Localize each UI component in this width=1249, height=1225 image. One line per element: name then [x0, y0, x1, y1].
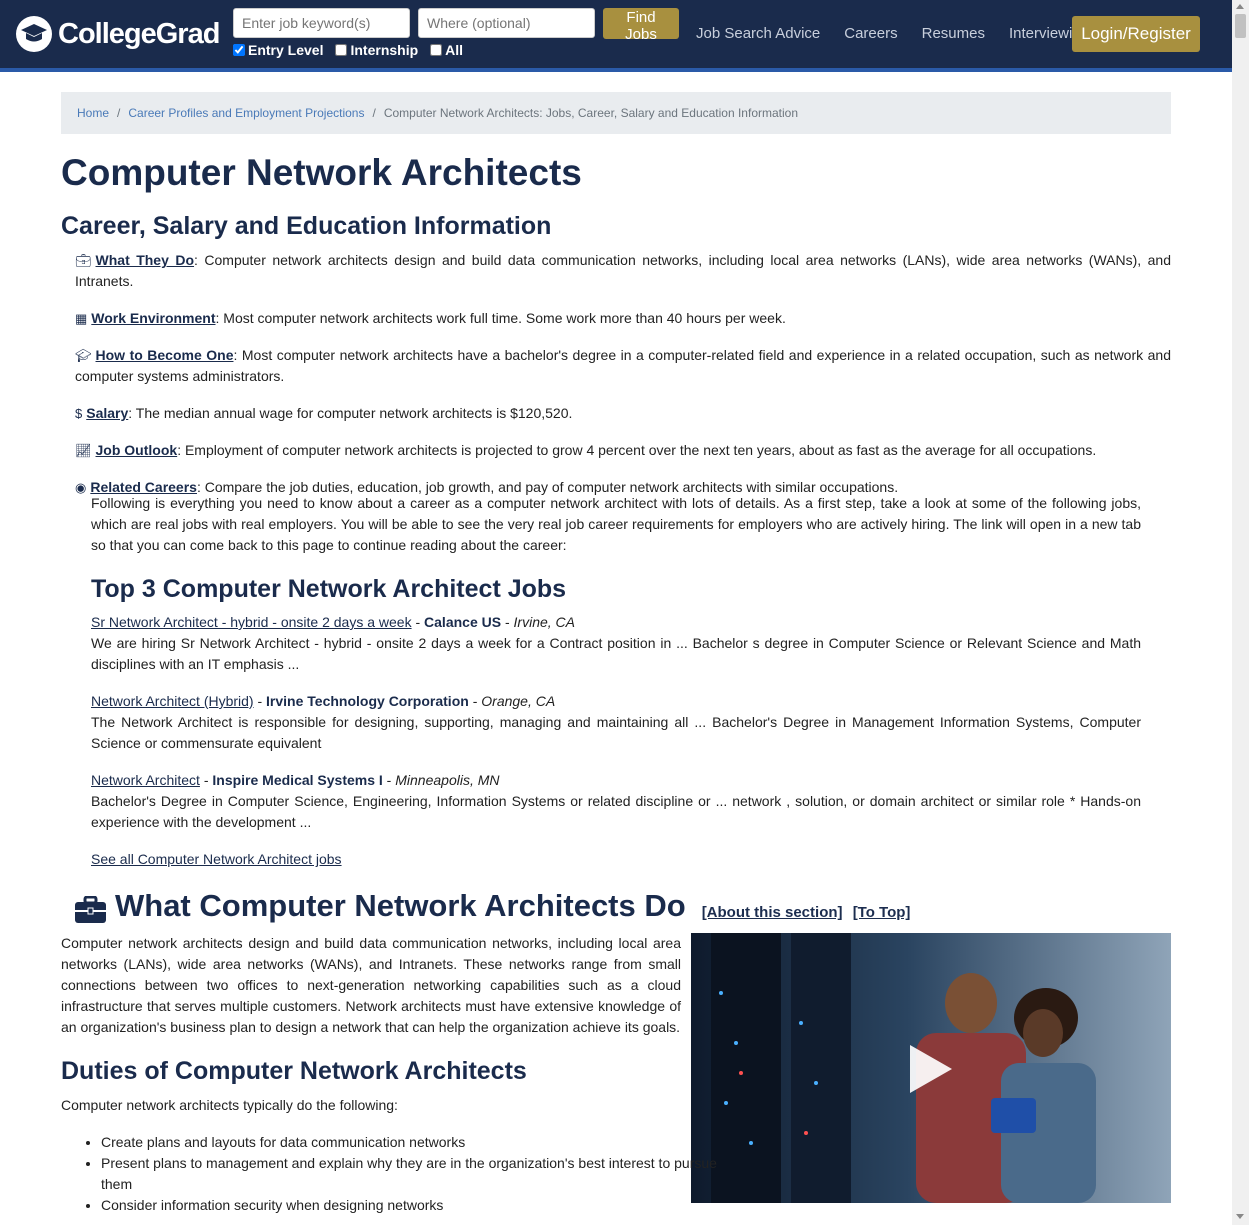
salary-link[interactable]: Salary: [86, 405, 128, 421]
section-links: [About this section] [To Top]: [702, 904, 917, 921]
graduation-cap-logo-icon: [16, 16, 52, 52]
graduation-cap-icon: 🎓︎: [75, 348, 92, 363]
about-section-link[interactable]: [About this section]: [702, 904, 843, 921]
job-title-link[interactable]: Network Architect (Hybrid): [91, 693, 254, 709]
job-listing: Sr Network Architect - hybrid - onsite 2…: [91, 614, 1141, 672]
breadcrumb-separator: /: [372, 106, 376, 120]
jobs-intro-text: Following is everything you need to know…: [91, 495, 1141, 553]
to-top-link[interactable]: [To Top]: [853, 904, 911, 921]
job-company: Inspire Medical Systems I: [212, 772, 383, 788]
briefcase-icon: [75, 896, 106, 923]
filter-all[interactable]: All: [430, 42, 463, 58]
what-they-do-text: : Computer network architects design and…: [75, 252, 1171, 289]
duties-intro: Computer network architects typically do…: [61, 1097, 398, 1113]
page-subtitle: Career, Salary and Education Information: [61, 212, 552, 240]
nav-careers[interactable]: Careers: [844, 25, 897, 42]
salary-text: : The median annual wage for computer ne…: [128, 405, 573, 421]
login-register-button[interactable]: Login/Register: [1072, 16, 1200, 52]
binoculars-icon: ◉: [75, 480, 87, 495]
list-item: Consider information security when desig…: [101, 1195, 721, 1216]
top-jobs-list: Sr Network Architect - hybrid - onsite 2…: [91, 612, 1141, 870]
nav-job-search-advice[interactable]: Job Search Advice: [696, 25, 820, 42]
play-icon[interactable]: [900, 1041, 956, 1097]
see-all-jobs-link[interactable]: See all Computer Network Architect jobs: [91, 851, 342, 867]
top-navbar: CollegeGrad Find Jobs Entry Level Intern…: [0, 0, 1232, 72]
nav-resumes[interactable]: Resumes: [922, 25, 985, 42]
how-to-become-text: : Most computer network architects have …: [75, 347, 1171, 384]
summary-what: 💼︎ What They Do: Computer network archite…: [75, 250, 1171, 292]
job-location: Orange, CA: [481, 693, 556, 709]
all-checkbox[interactable]: [430, 44, 443, 56]
job-outlook-text: : Employment of computer network archite…: [177, 442, 1097, 458]
job-listing: Network Architect (Hybrid) - Irvine Tech…: [91, 693, 1141, 751]
breadcrumb: Home / Career Profiles and Employment Proj…: [61, 92, 1171, 134]
logo-text: CollegeGrad: [58, 17, 220, 50]
job-company: Calance US: [424, 614, 502, 630]
line-chart-icon: 📈︎: [75, 443, 92, 458]
scroll-up-arrow-icon[interactable]: [1236, 4, 1244, 9]
duties-title: Duties of Computer Network Architects: [61, 1057, 527, 1085]
job-title-link[interactable]: Sr Network Architect - hybrid - onsite 2…: [91, 614, 412, 630]
job-title-link[interactable]: Network Architect: [91, 772, 200, 788]
job-keyword-input[interactable]: [233, 8, 410, 38]
job-location: Minneapolis, MN: [395, 772, 500, 788]
scroll-thumb[interactable]: [1235, 14, 1246, 38]
all-label: All: [445, 42, 464, 58]
work-environment-link[interactable]: Work Environment: [91, 310, 215, 326]
career-video-player[interactable]: [691, 933, 1171, 1203]
job-description: We are hiring Sr Network Architect - hyb…: [91, 635, 1141, 672]
summary-outlook: 📈︎ Job Outlook: Employment of computer ne…: [75, 440, 1171, 461]
list-item: Create plans and layouts for data commun…: [101, 1132, 721, 1153]
location-input[interactable]: [418, 8, 595, 38]
what-section-title: What Computer Network Architects Do: [115, 888, 686, 923]
what-section-text: Computer network architects design and b…: [61, 935, 681, 1035]
work-environment-text: : Most computer network architects work …: [215, 310, 786, 326]
briefcase-icon: 💼︎: [75, 253, 92, 268]
entry-level-checkbox[interactable]: [233, 44, 245, 56]
job-description: Bachelor's Degree in Computer Science, E…: [91, 793, 1141, 830]
building-icon: ▦: [75, 311, 88, 326]
main-nav: Job Search Advice Careers Resumes Interv…: [696, 25, 1089, 42]
what-they-do-link[interactable]: What They Do: [96, 252, 195, 268]
page-title: Computer Network Architects: [61, 152, 582, 193]
page-scrollbar[interactable]: [1232, 0, 1249, 1225]
top-jobs-title: Top 3 Computer Network Architect Jobs: [91, 575, 567, 603]
filter-entry-level[interactable]: Entry Level: [233, 42, 323, 58]
internship-label: Internship: [350, 42, 419, 58]
how-to-become-link[interactable]: How to Become One: [96, 347, 234, 363]
breadcrumb-home[interactable]: Home: [77, 106, 109, 120]
career-summary: 💼︎ What They Do: Computer network archite…: [75, 250, 1171, 514]
job-location: Irvine, CA: [513, 614, 575, 630]
entry-level-label: Entry Level: [248, 42, 324, 58]
job-company: Irvine Technology Corporation: [266, 693, 469, 709]
filter-internship[interactable]: Internship: [335, 42, 418, 58]
summary-become: 🎓︎ How to Become One: Most computer netwo…: [75, 345, 1171, 387]
job-listing: Network Architect - Inspire Medical Syst…: [91, 772, 1141, 830]
site-logo[interactable]: CollegeGrad: [16, 14, 220, 54]
internship-checkbox[interactable]: [335, 44, 348, 56]
summary-environment: ▦ Work Environment: Most computer network…: [75, 308, 1171, 329]
job-outlook-link[interactable]: Job Outlook: [96, 442, 178, 458]
duties-list: Create plans and layouts for data commun…: [61, 1132, 721, 1216]
find-jobs-button[interactable]: Find Jobs: [603, 8, 679, 43]
breadcrumb-current: Computer Network Architects: Jobs, Caree…: [383, 106, 799, 120]
what-section-header: What Computer Network Architects Do [Abo…: [75, 888, 916, 924]
breadcrumb-separator: /: [117, 106, 121, 120]
job-type-filters: Entry Level Internship All: [233, 42, 463, 58]
breadcrumb-career-profiles[interactable]: Career Profiles and Employment Projectio…: [128, 106, 364, 120]
dollar-icon: $: [75, 406, 83, 421]
job-description: The Network Architect is responsible for…: [91, 714, 1141, 751]
scroll-down-arrow-icon[interactable]: [1236, 1214, 1244, 1219]
summary-salary: $ Salary: The median annual wage for comp…: [75, 403, 1171, 424]
list-item: Present plans to management and explain …: [101, 1153, 721, 1195]
